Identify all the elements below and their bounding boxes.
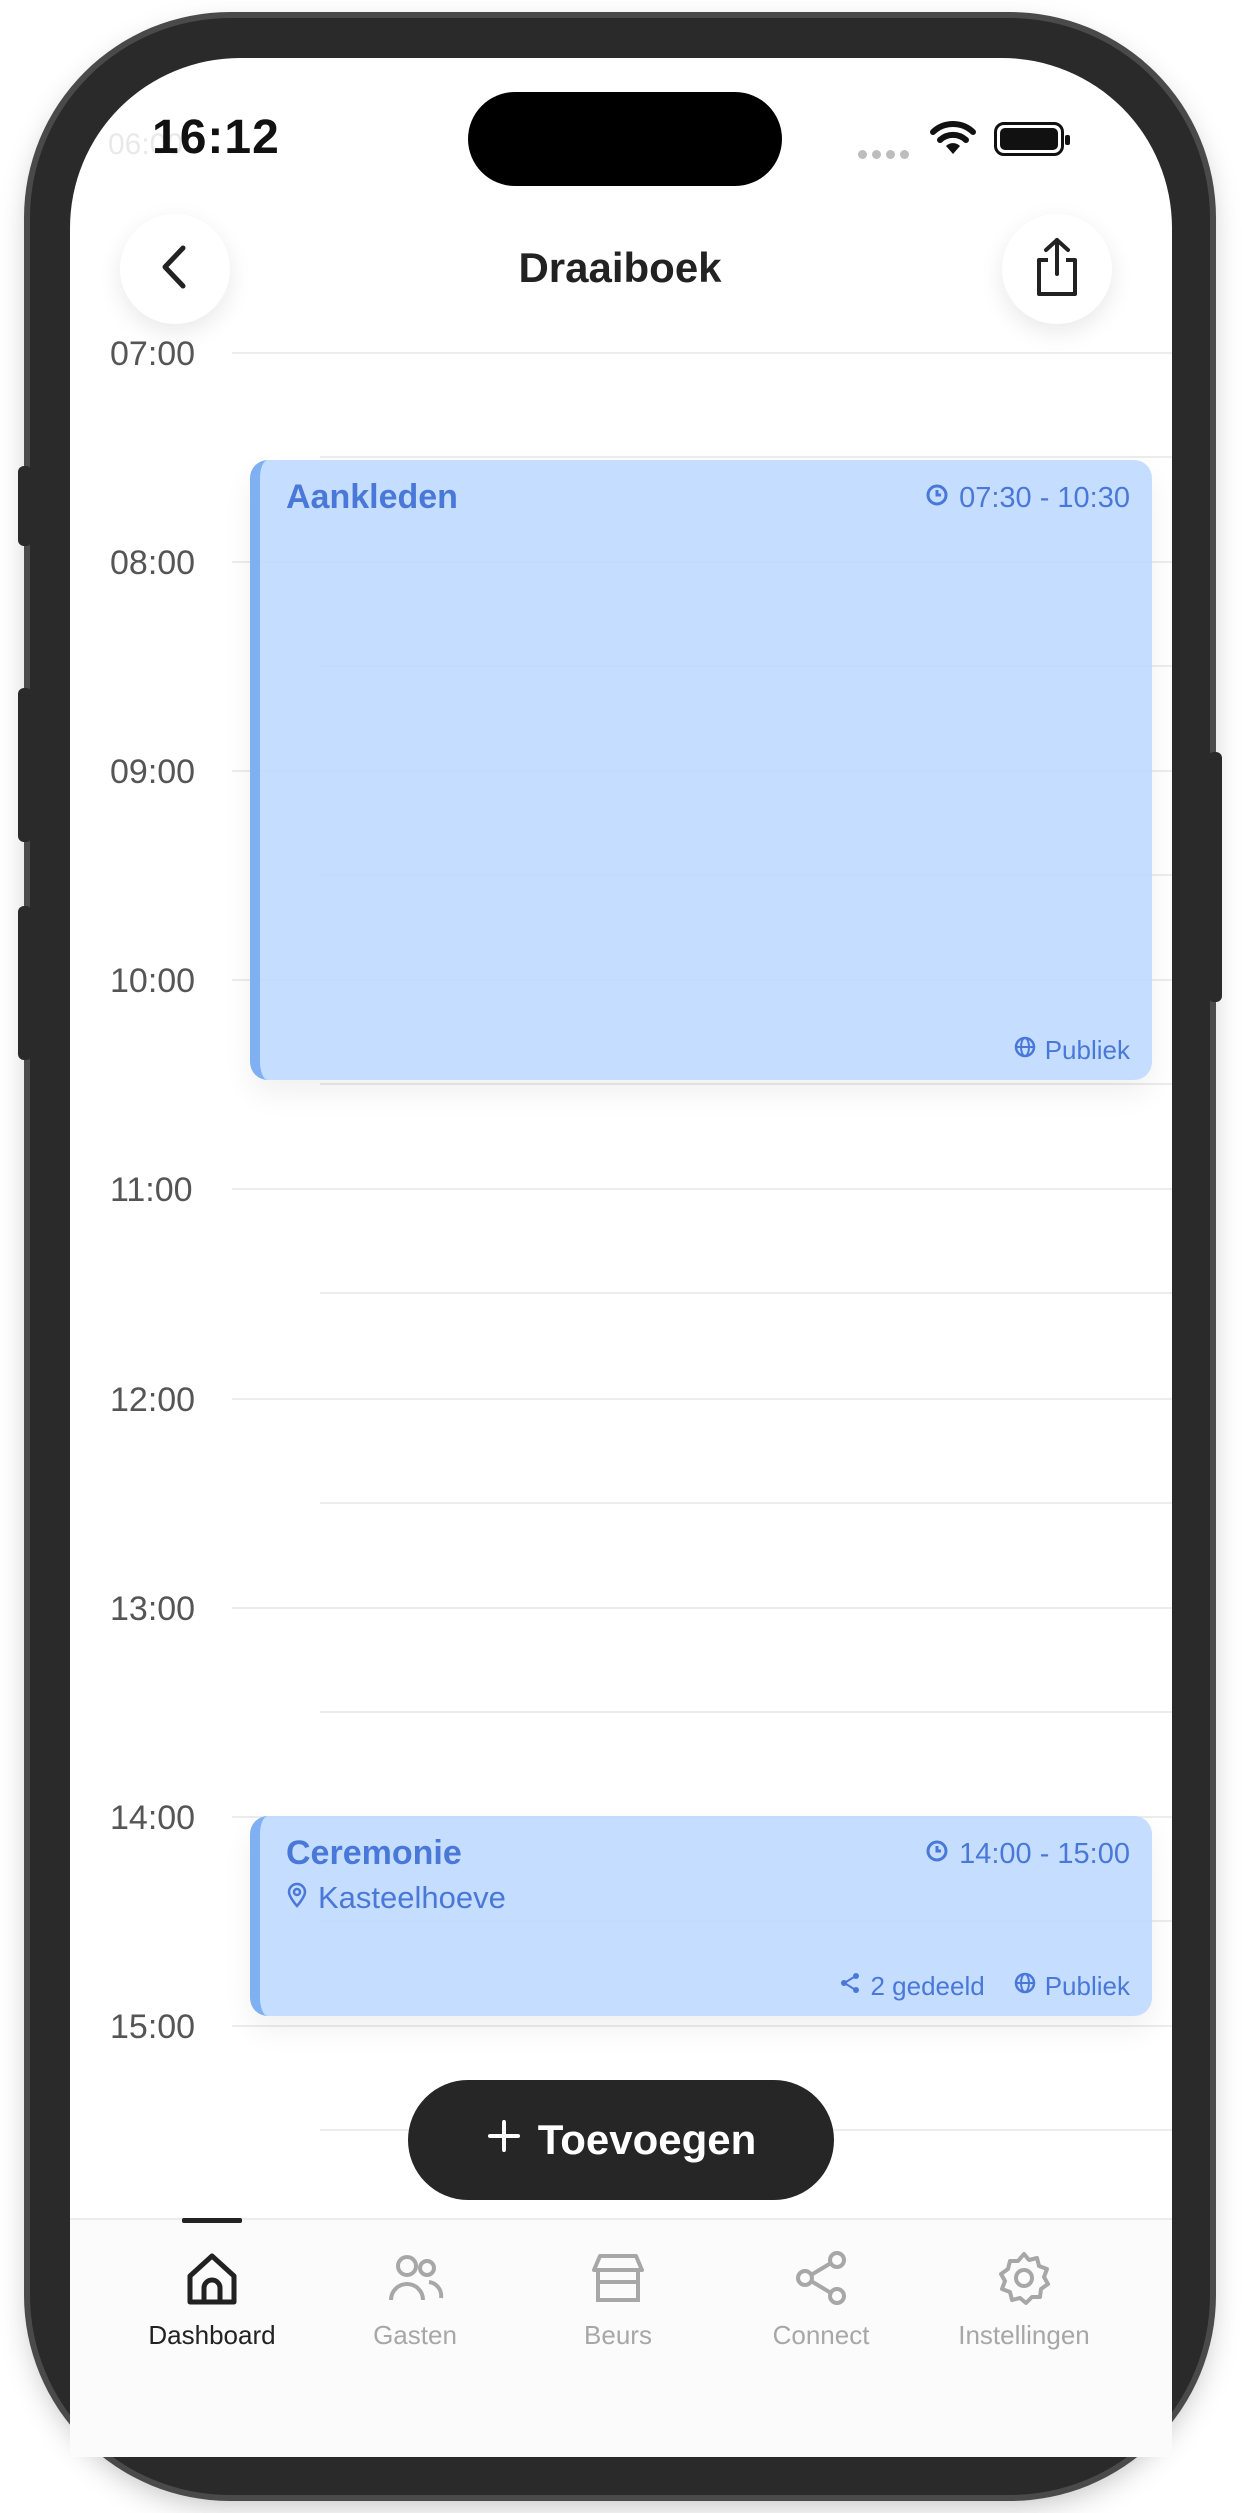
hour-label: 13:00 bbox=[110, 1590, 196, 1628]
visibility-badge: Publiek bbox=[1013, 1971, 1130, 2002]
tab-gasten[interactable]: Gasten bbox=[315, 2220, 515, 2420]
tab-label: Beurs bbox=[584, 2320, 652, 2350]
half-hour-line bbox=[320, 1502, 1172, 1504]
tab-connect[interactable]: Connect bbox=[721, 2220, 921, 2420]
users-icon bbox=[385, 2248, 445, 2308]
half-hour-line bbox=[320, 1292, 1172, 1294]
event-card-aankleden[interactable]: Aankleden 07:30 - 10:30 Publiek bbox=[250, 460, 1152, 1080]
hour-line bbox=[232, 1607, 1172, 1609]
hour-line bbox=[232, 2025, 1172, 2027]
tab-beurs[interactable]: Beurs bbox=[518, 2220, 718, 2420]
dynamic-island bbox=[468, 92, 782, 186]
tab-instellingen[interactable]: Instellingen bbox=[924, 2220, 1124, 2420]
hour-label: 07:00 bbox=[110, 335, 196, 373]
visibility-text: Publiek bbox=[1044, 1971, 1130, 2001]
event-footer: Publiek bbox=[1013, 1035, 1130, 1066]
globe-icon bbox=[1013, 1035, 1037, 1066]
add-button-label: Toevoegen bbox=[537, 2116, 757, 2163]
wifi-icon bbox=[928, 118, 978, 163]
hour-label: 15:00 bbox=[110, 2008, 196, 2046]
share-icon bbox=[1031, 236, 1083, 303]
share-nodes-icon bbox=[791, 2248, 851, 2308]
battery-icon bbox=[994, 122, 1070, 156]
add-event-button[interactable]: Toevoegen bbox=[408, 2080, 834, 2200]
event-title: Ceremonie bbox=[286, 1834, 462, 1872]
hour-label: 10:00 bbox=[110, 962, 196, 1000]
event-time: 07:30 - 10:30 bbox=[925, 482, 1130, 515]
hour-label: 14:00 bbox=[110, 1799, 196, 1837]
shared-text: 2 gedeeld bbox=[870, 1971, 985, 2001]
side-button-power bbox=[1208, 752, 1222, 1002]
tab-dashboard[interactable]: Dashboard bbox=[112, 2218, 312, 2420]
share-button[interactable] bbox=[1002, 214, 1112, 324]
half-hour-line bbox=[320, 1711, 1172, 1713]
clock-icon bbox=[925, 482, 949, 515]
half-hour-line bbox=[320, 456, 1172, 458]
hour-label: 09:00 bbox=[110, 753, 196, 791]
chevron-left-icon bbox=[155, 242, 195, 297]
tab-label: Instellingen bbox=[958, 2320, 1090, 2350]
plus-icon bbox=[486, 2116, 522, 2164]
event-time-text: 14:00 - 15:00 bbox=[959, 1838, 1130, 1870]
side-button-volume-down bbox=[18, 906, 32, 1060]
hour-line bbox=[232, 1398, 1172, 1400]
clock-icon bbox=[925, 1838, 949, 1871]
page-title: Draaiboek bbox=[518, 244, 722, 291]
home-icon bbox=[182, 2248, 242, 2308]
half-hour-line bbox=[320, 1083, 1172, 1085]
shared-badge: 2 gedeeld bbox=[838, 1971, 985, 2002]
tab-label: Gasten bbox=[373, 2320, 457, 2350]
back-button[interactable] bbox=[120, 214, 230, 324]
status-time: 16:12 bbox=[152, 111, 280, 164]
side-button-mute bbox=[18, 466, 32, 546]
hour-label: 11:00 bbox=[110, 1171, 193, 1209]
side-button-volume-up bbox=[18, 688, 32, 842]
globe-icon bbox=[1013, 1971, 1037, 2002]
hour-line bbox=[232, 1188, 1172, 1190]
tab-label: Connect bbox=[772, 2320, 870, 2350]
active-tab-indicator bbox=[182, 2218, 242, 2223]
event-card-ceremonie[interactable]: Ceremonie 14:00 - 15:00 Kasteelhoeve 2 g… bbox=[250, 1816, 1152, 2016]
tab-bar: Dashboard Gasten Beurs Connect Instellin… bbox=[70, 2218, 1172, 2457]
event-location-text: Kasteelhoeve bbox=[318, 1880, 506, 1915]
event-title: Aankleden bbox=[286, 478, 458, 516]
event-time: 14:00 - 15:00 bbox=[925, 1838, 1130, 1871]
cellular-signal-icon bbox=[858, 146, 914, 159]
gear-icon bbox=[994, 2248, 1054, 2308]
hour-label: 08:00 bbox=[110, 544, 196, 582]
event-time-text: 07:30 - 10:30 bbox=[959, 482, 1130, 514]
visibility-text: Publiek bbox=[1044, 1035, 1130, 1065]
store-icon bbox=[588, 2248, 648, 2308]
hour-label: 12:00 bbox=[110, 1381, 196, 1419]
visibility-badge: Publiek bbox=[1013, 1035, 1130, 1066]
event-location: Kasteelhoeve bbox=[286, 1880, 506, 1916]
map-pin-icon bbox=[286, 1880, 308, 1916]
tab-label: Dashboard bbox=[148, 2320, 276, 2350]
share-nodes-icon bbox=[838, 1971, 862, 2002]
hour-line bbox=[232, 352, 1172, 354]
event-footer: 2 gedeeld Publiek bbox=[838, 1971, 1130, 2002]
